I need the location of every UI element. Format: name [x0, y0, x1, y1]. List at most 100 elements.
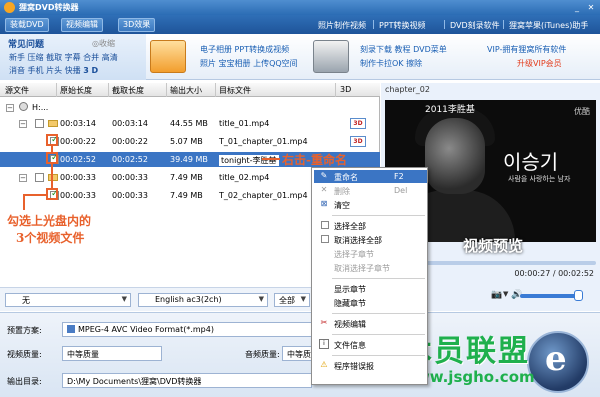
row-cut-length: 00:03:14: [112, 119, 148, 128]
link-itunes-helper[interactable]: 狸窝苹果(iTunes)助手: [509, 20, 588, 31]
video-quality-label: 视频质量:: [7, 350, 42, 359]
preview-label: 视频预览: [463, 237, 524, 255]
table-row[interactable]: − 00:03:14 00:03:14 44.55 MB title_01.mp…: [0, 116, 380, 131]
row-target-file-editing[interactable]: tonight-李胜基: [219, 155, 279, 166]
col-target-file[interactable]: 目标文件: [219, 85, 251, 96]
promo-dvd-line1[interactable]: 刻录下载 教程 DVD菜单: [360, 44, 447, 55]
checkbox-icon: [321, 235, 329, 243]
promo-bar: 常见问题 ◎收缩 新手 压缩 截取 字幕 合并 高清 消音 手机 片头 快播 3…: [0, 34, 600, 80]
apply-all-select[interactable]: 全部 ▼: [274, 293, 310, 307]
promo-ppt-line1[interactable]: 电子相册 PPT转换成视频: [200, 44, 289, 55]
3d-toggle-icon[interactable]: 3D: [350, 136, 366, 147]
delete-icon: ✕: [320, 185, 328, 194]
chevron-down-icon: ▼: [121, 295, 127, 303]
menu-item-delete[interactable]: ✕ 删除 Del: [314, 184, 427, 197]
menu-item-hide-chapters[interactable]: 隐藏章节: [314, 296, 427, 309]
row-cut-length: 00:02:52: [112, 155, 148, 164]
rename-icon: ✎: [320, 171, 328, 180]
chevron-down-icon[interactable]: ▼: [503, 290, 508, 298]
menu-item-clear[interactable]: ⊠ 清空: [314, 198, 427, 211]
close-icon[interactable]: ✕: [585, 2, 597, 13]
row-target-file[interactable]: title_02.mp4: [219, 173, 269, 182]
faq-links-row2[interactable]: 消音 手机 片头 快播 3 D: [9, 65, 98, 76]
chevron-down-icon: ▼: [300, 295, 306, 303]
link-ppt-video[interactable]: PPT转换视频: [379, 20, 426, 31]
subtitle-value: 无: [22, 296, 30, 305]
volume-slider[interactable]: [520, 294, 578, 298]
row-target-file[interactable]: T_02_chapter_01.mp4: [219, 191, 308, 200]
preset-select[interactable]: MPEG-4 AVC Video Format(*.mp4): [62, 322, 312, 337]
audio-track-value: English ac3(2ch): [155, 295, 222, 304]
camera-icon[interactable]: 📷: [491, 290, 502, 300]
row-orig-length: 00:03:14: [60, 119, 96, 128]
menu-item-video-edit[interactable]: ✂ 视频编辑: [314, 317, 427, 330]
volume-handle[interactable]: [573, 290, 583, 301]
divider: [444, 20, 445, 29]
minimize-icon[interactable]: _: [571, 2, 583, 13]
highlight-box: [46, 188, 58, 200]
faq-collapse-button[interactable]: ◎收缩: [92, 38, 115, 49]
tab-load-dvd[interactable]: 装载DVD: [5, 18, 49, 32]
vip-promo[interactable]: VIP-拥有狸窝所有软件: [487, 44, 566, 55]
annotation-line: [51, 146, 53, 152]
output-dir-field[interactable]: D:\My Documents\狸窝\DVD转换器: [62, 373, 312, 388]
faq-links-row1[interactable]: 新手 压缩 截取 字幕 合并 高清: [9, 52, 118, 63]
menu-item-show-chapters[interactable]: 显示章节: [314, 282, 427, 295]
ppt-promo-icon[interactable]: [150, 40, 186, 73]
video-quality-select[interactable]: 中等质量: [62, 346, 162, 361]
highlight-box: [46, 152, 58, 164]
col-3d[interactable]: 3D: [340, 85, 351, 94]
select-hint-line2: 3个视频文件: [16, 231, 85, 245]
row-output-size: 39.49 MB: [170, 155, 208, 164]
dvd-promo-icon[interactable]: [313, 40, 349, 73]
output-dir-label: 输出目录:: [7, 377, 42, 386]
nav-bar: 装载DVD 视频编辑 3D效果 照片制作视频 PPT转换视频 DVD刻录软件 狸…: [0, 15, 600, 34]
row-orig-length: 00:00:22: [60, 137, 96, 146]
col-source[interactable]: 源文件: [5, 85, 29, 96]
row-output-size: 44.55 MB: [170, 119, 208, 128]
col-cut-length[interactable]: 截取长度: [112, 85, 144, 96]
menu-item-deselect-all[interactable]: 取消选择全部: [314, 233, 427, 246]
collapse-icon[interactable]: −: [6, 104, 14, 112]
menu-item-file-info[interactable]: i 文件信息: [314, 338, 427, 351]
file-list-header: 源文件 原始长度 截取长度 输出大小 目标文件 3D: [0, 83, 380, 97]
tree-root-row[interactable]: − H:...: [0, 100, 380, 115]
row-cut-length: 00:00:22: [112, 137, 148, 146]
file-info-icon: i: [319, 339, 329, 349]
row-checkbox[interactable]: [35, 173, 44, 182]
row-checkbox[interactable]: [35, 119, 44, 128]
row-target-file[interactable]: title_01.mp4: [219, 119, 269, 128]
chevron-down-icon: ▼: [258, 295, 264, 303]
audio-track-select[interactable]: English ac3(2ch) ▼: [138, 293, 268, 307]
menu-item-rename[interactable]: ✎ 重命名 F2: [314, 170, 427, 183]
divider: [373, 20, 374, 29]
promo-ppt-line2[interactable]: 照片 宝宝相册 上传QQ空间: [200, 58, 298, 69]
menu-item-select-subchapter[interactable]: 选择子章节: [314, 247, 427, 260]
window-title: 狸窝DVD转换器: [19, 3, 79, 12]
vip-upgrade-link[interactable]: 升级VIP会员: [517, 58, 562, 69]
menu-item-deselect-subchapter[interactable]: 取消选择子章节: [314, 261, 427, 274]
audio-quality-select[interactable]: 中等质量: [282, 346, 312, 361]
tab-3d-effect[interactable]: 3D效果: [118, 18, 156, 32]
link-dvd-burn[interactable]: DVD刻录软件: [450, 20, 500, 31]
context-menu: ✎ 重命名 F2 ✕ 删除 Del ⊠ 清空 选择全部 取消选择全部 选择子章节…: [311, 167, 428, 385]
collapse-icon[interactable]: −: [19, 120, 27, 128]
link-photo-video[interactable]: 照片制作视频: [318, 20, 366, 31]
row-cut-length: 00:00:33: [112, 191, 148, 200]
audio-quality-value: 中等质量: [287, 350, 311, 359]
faq-panel: 常见问题 ◎收缩 新手 压缩 截取 字幕 合并 高清 消音 手机 片头 快播 3…: [0, 34, 146, 80]
subtitle-select[interactable]: 无 ▼: [5, 293, 131, 307]
collapse-icon[interactable]: −: [19, 174, 27, 182]
3d-toggle-icon[interactable]: 3D: [350, 118, 366, 129]
menu-item-error-report[interactable]: ⚠ 程序错误报: [314, 359, 427, 372]
menu-item-select-all[interactable]: 选择全部: [314, 219, 427, 232]
col-output-size[interactable]: 输出大小: [170, 85, 202, 96]
col-orig-length[interactable]: 原始长度: [60, 85, 92, 96]
row-orig-length: 00:00:33: [60, 173, 96, 182]
tab-video-edit[interactable]: 视频编辑: [61, 18, 103, 32]
checkbox-icon: [321, 221, 329, 229]
apply-all-value: 全部: [279, 296, 295, 305]
promo-dvd-line2[interactable]: 制作卡拉OK 擦除: [360, 58, 422, 69]
convert-button[interactable]: e: [527, 331, 589, 393]
row-target-file[interactable]: T_01_chapter_01.mp4: [219, 137, 308, 146]
